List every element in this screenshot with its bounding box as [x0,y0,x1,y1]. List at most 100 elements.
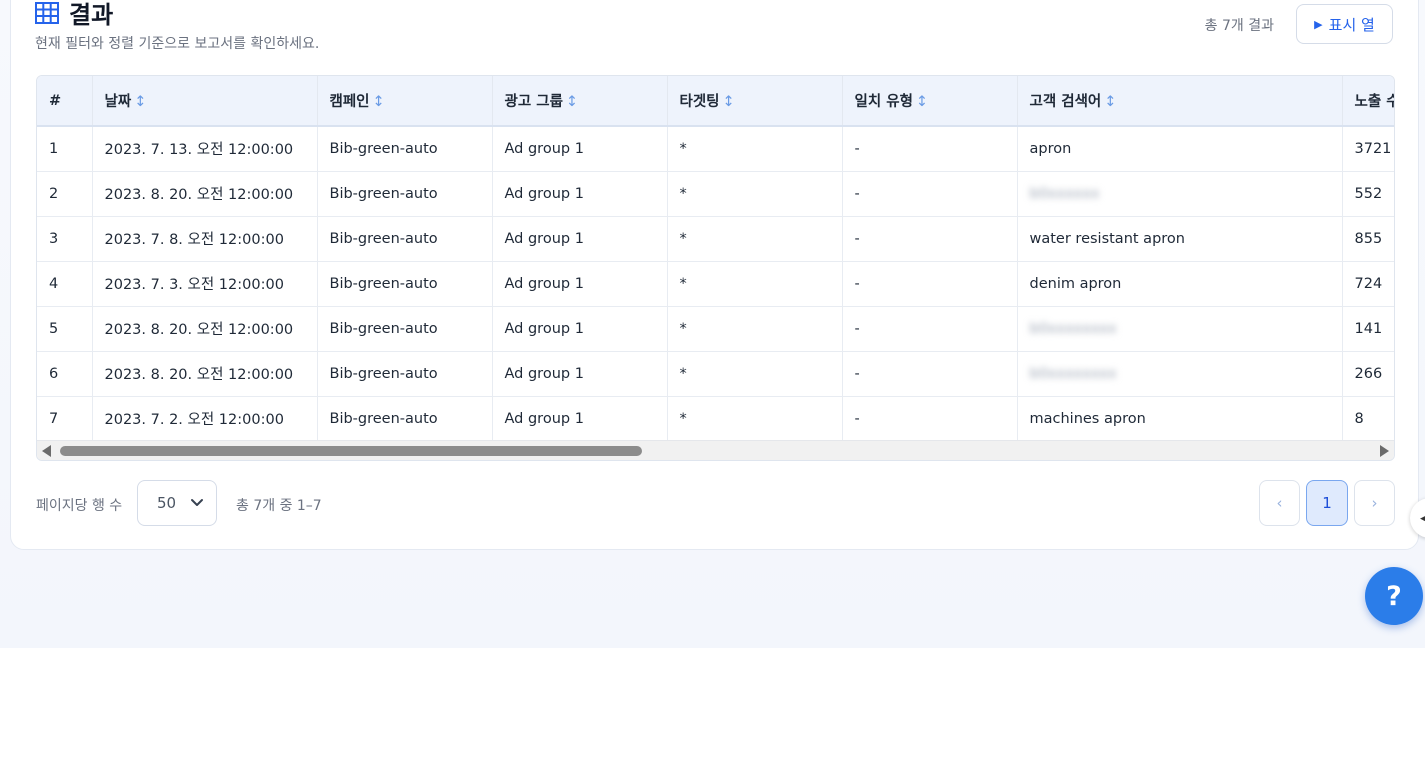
scroll-right-arrow-icon[interactable] [1380,445,1389,457]
targeting-cell: * [667,306,843,352]
match-type-cell: - [842,351,1018,397]
column-header-label: 날짜 [104,94,132,110]
page-1-button[interactable]: 1 [1306,480,1348,526]
campaign-cell: Bib-green-auto [317,306,493,352]
rows-per-page-select[interactable]: 50 [137,480,217,526]
pagination-range-text: 총 7개 중 1–7 [236,498,322,514]
table-row[interactable]: 1 2023. 7. 13. 오전 12:00:00 Bib-green-auto A… [37,126,1394,172]
sort-arrows-icon[interactable]: ↕ [916,94,928,110]
results-card: 결과 현재 필터와 정렬 기준으로 보고서를 확인하세요. 총 7개 결과 ▶ … [10,0,1419,550]
column-header-4[interactable]: 타겟팅 ↕ [667,76,843,127]
total-results-count: 총 7개 결과 [1204,18,1274,34]
results-table-container: #날짜↕캠페인↕광고 그룹↕타겟팅↕일치 유형↕고객 검색어↕노출 수↕ 120… [36,75,1395,461]
impressions-cell: 141 [1342,306,1394,352]
ad-group-cell: Ad group 1 [492,351,668,397]
row-number: 3 [37,216,93,262]
targeting-cell: * [667,261,843,307]
page-title: 결과 [69,1,114,29]
table-row[interactable]: 4 2023. 7. 3. 오전 12:00:00 Bib-green-auto Ad… [37,261,1394,307]
search-term-cell: water resistant apron [1017,216,1343,262]
row-number: 2 [37,171,93,217]
ad-group-cell: Ad group 1 [492,126,668,172]
table-row[interactable]: 2 2023. 8. 20. 오전 12:00:00 Bib-green-auto A… [37,171,1394,217]
date-cell: 2023. 8. 20. 오전 12:00:00 [92,306,318,352]
chevron-down-icon [191,499,203,506]
table-row[interactable]: 5 2023. 8. 20. 오전 12:00:00 Bib-green-auto A… [37,306,1394,352]
scrollbar-thumb[interactable] [60,446,642,456]
match-type-cell: - [842,171,1018,217]
sort-arrows-icon[interactable]: ↕ [134,94,146,110]
ad-group-cell: Ad group 1 [492,261,668,307]
table-row[interactable]: 3 2023. 7. 8. 오전 12:00:00 Bib-green-auto Ad… [37,216,1394,262]
column-header-label: 고객 검색어 [1029,94,1102,110]
campaign-cell: Bib-green-auto [317,126,493,172]
ad-group-cell: Ad group 1 [492,306,668,352]
column-header-label: # [49,92,62,109]
impressions-cell: 8 [1342,396,1394,442]
date-cell: 2023. 8. 20. 오전 12:00:00 [92,171,318,217]
search-term-cell: b0xxxxxxxx [1017,306,1343,352]
table-body: 1 2023. 7. 13. 오전 12:00:00 Bib-green-auto A… [37,126,1394,442]
sort-arrows-icon[interactable]: ↕ [566,94,578,110]
column-header-label: 타겟팅 [679,94,720,110]
horizontal-scrollbar[interactable] [37,440,1394,460]
ad-group-cell: Ad group 1 [492,171,668,217]
campaign-cell: Bib-green-auto [317,351,493,397]
date-cell: 2023. 7. 3. 오전 12:00:00 [92,261,318,307]
search-term-cell: apron [1017,126,1343,172]
campaign-cell: Bib-green-auto [317,171,493,217]
collapse-arrow-icon: ◀ [1420,511,1425,526]
previous-page-button[interactable]: ‹ [1259,480,1300,526]
impressions-cell: 724 [1342,261,1394,307]
targeting-cell: * [667,216,843,262]
visible-columns-label: 표시 열 [1328,15,1375,34]
table-grid-icon [35,1,59,24]
date-cell: 2023. 7. 2. 오전 12:00:00 [92,396,318,442]
row-number: 5 [37,306,93,352]
title-row: 결과 [35,0,113,30]
column-header-label: 캠페인 [329,94,370,110]
column-header-6[interactable]: 고객 검색어 ↕ [1017,76,1343,127]
campaign-cell: Bib-green-auto [317,261,493,307]
date-cell: 2023. 7. 8. 오전 12:00:00 [92,216,318,262]
date-cell: 2023. 7. 13. 오전 12:00:00 [92,126,318,172]
rows-per-page-label: 페이지당 행 수 [36,498,123,514]
next-page-button[interactable]: › [1354,480,1395,526]
column-header-2[interactable]: 캠페인 ↕ [317,76,493,127]
help-button[interactable]: ? [1365,567,1423,625]
impressions-cell: 855 [1342,216,1394,262]
sort-arrows-icon[interactable]: ↕ [1104,94,1116,110]
search-term-cell: denim apron [1017,261,1343,307]
row-number: 7 [37,396,93,442]
column-header-3[interactable]: 광고 그룹 ↕ [492,76,668,127]
row-number: 1 [37,126,93,172]
targeting-cell: * [667,396,843,442]
search-term-cell: b0xxxxxxxx [1017,351,1343,397]
sort-arrows-icon[interactable]: ↕ [723,94,735,110]
row-number: 6 [37,351,93,397]
rows-per-page-value: 50 [157,494,177,512]
column-header-1[interactable]: 날짜 ↕ [92,76,318,127]
match-type-cell: - [842,126,1018,172]
column-header-label: 노출 수 [1354,94,1395,110]
scroll-left-arrow-icon[interactable] [42,445,51,457]
date-cell: 2023. 8. 20. 오전 12:00:00 [92,351,318,397]
match-type-cell: - [842,306,1018,352]
impressions-cell: 3721 [1342,126,1394,172]
targeting-cell: * [667,171,843,217]
targeting-cell: * [667,351,843,397]
impressions-cell: 552 [1342,171,1394,217]
visible-columns-button[interactable]: ▶ 표시 열 [1296,4,1393,44]
table-row[interactable]: 7 2023. 7. 2. 오전 12:00:00 Bib-green-auto Ad… [37,396,1394,442]
column-header-label: 광고 그룹 [504,94,563,110]
campaign-cell: Bib-green-auto [317,396,493,442]
results-table: #날짜↕캠페인↕광고 그룹↕타겟팅↕일치 유형↕고객 검색어↕노출 수↕ 120… [37,76,1395,442]
sort-arrows-icon[interactable]: ↕ [373,94,385,110]
column-header-0: # [37,76,93,127]
column-header-7[interactable]: 노출 수↕ [1342,76,1395,127]
match-type-cell: - [842,396,1018,442]
campaign-cell: Bib-green-auto [317,216,493,262]
column-header-5[interactable]: 일치 유형 ↕ [842,76,1018,127]
table-row[interactable]: 6 2023. 8. 20. 오전 12:00:00 Bib-green-auto A… [37,351,1394,397]
search-term-cell: b0xxxxxx [1017,171,1343,217]
